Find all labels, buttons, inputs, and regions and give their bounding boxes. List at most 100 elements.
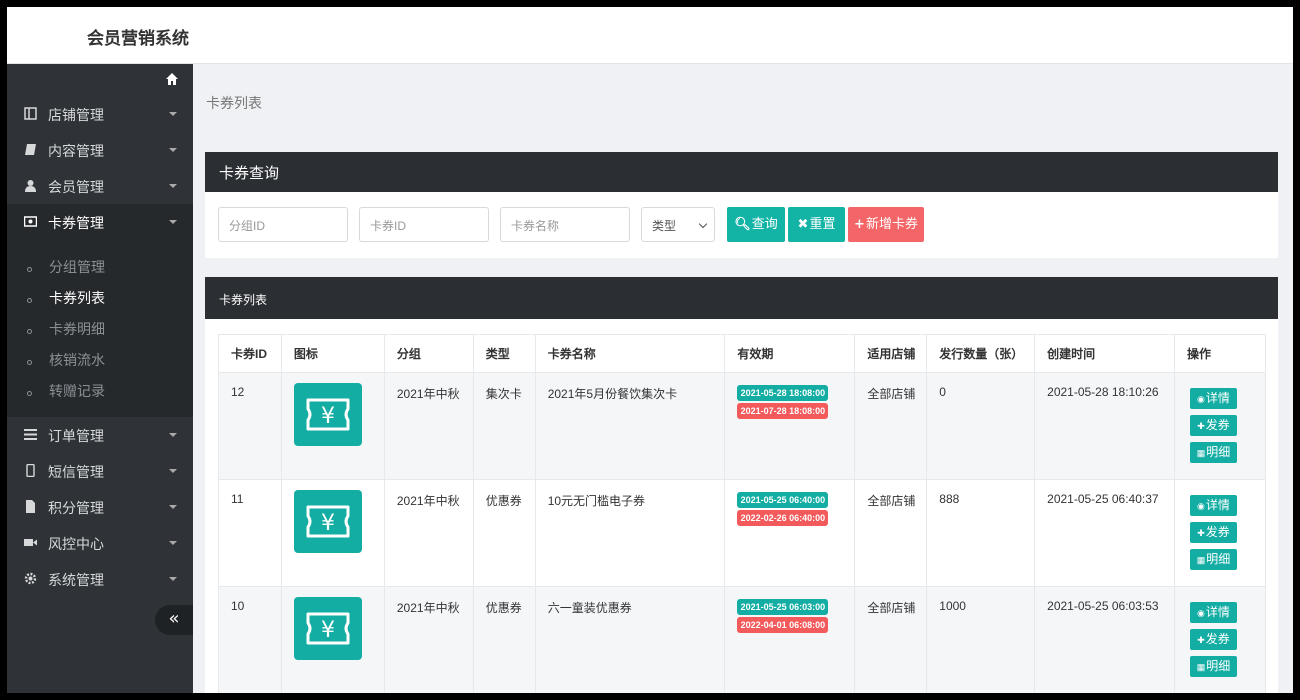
- add-card-button-label: 新增卡券: [865, 217, 918, 232]
- sidebar-collapse-button[interactable]: «: [155, 605, 193, 635]
- plus-icon: +: [854, 217, 865, 232]
- store-icon: [24, 107, 37, 120]
- issue-label: 发券: [1205, 525, 1230, 539]
- icon-cell: ¥: [280, 586, 385, 693]
- submenu-item-card-list[interactable]: 卡券列表: [7, 283, 193, 314]
- issue-label: 发券: [1205, 632, 1230, 646]
- bullet-icon: [27, 360, 32, 365]
- sidebar-item-label: 内容管理: [48, 144, 104, 160]
- sidebar: 店铺管理 内容管理 会员管理 卡券管理 分组管理 卡券列表 卡券明细 核销流水 …: [7, 64, 193, 693]
- end-date-badge: 2022-04-01 06:08:00: [737, 617, 829, 633]
- search-icon: 🔍︎: [734, 217, 751, 232]
- submenu-label: 核销流水: [49, 353, 105, 369]
- sidebar-item-label: 短信管理: [48, 465, 104, 481]
- group-id-input[interactable]: 分组ID: [218, 207, 348, 242]
- card-id-cell: 12: [218, 372, 282, 480]
- gear-icon: [24, 572, 37, 585]
- sidebar-item-cards[interactable]: 卡券管理: [7, 204, 193, 240]
- add-card-button[interactable]: +新增卡券: [848, 207, 924, 242]
- query-panel: 卡券查询 分组ID 卡券ID 卡券名称 类型 🔍︎查询 ✖重置 +新增卡券: [205, 152, 1278, 258]
- chevron-down-icon: [169, 577, 177, 581]
- sidebar-item-store[interactable]: 店铺管理: [7, 96, 193, 132]
- submenu-item-transfers[interactable]: 转赠记录: [7, 376, 193, 407]
- sidebar-item-risk[interactable]: 风控中心: [7, 525, 193, 561]
- store-cell: 全部店铺: [854, 372, 928, 480]
- detail-button[interactable]: ◉详情: [1189, 602, 1237, 623]
- issue-button[interactable]: ✚发券: [1189, 629, 1237, 650]
- sidebar-item-system[interactable]: 系统管理: [7, 561, 193, 597]
- chevron-down-icon: [169, 220, 177, 224]
- quantity-cell: 888: [926, 479, 1036, 587]
- submenu-item-groups[interactable]: 分组管理: [7, 252, 193, 283]
- sidebar-item-label: 积分管理: [48, 501, 104, 517]
- search-button[interactable]: 🔍︎查询: [727, 207, 785, 242]
- breakdown-button[interactable]: ▦明细: [1189, 656, 1237, 677]
- sidebar-item-label: 会员管理: [48, 180, 104, 196]
- breakdown-button[interactable]: ▦明细: [1189, 549, 1237, 570]
- submenu-label: 卡券明细: [49, 322, 105, 338]
- submenu-item-redemptions[interactable]: 核销流水: [7, 345, 193, 376]
- end-date-badge: 2021-07-28 18:08:00: [737, 403, 829, 419]
- type-select[interactable]: 类型: [641, 207, 715, 242]
- chevron-down-icon: [169, 469, 177, 473]
- detail-label: 详情: [1205, 605, 1230, 619]
- sidebar-item-points[interactable]: 积分管理: [7, 489, 193, 525]
- card-id-cell: 10: [218, 586, 282, 693]
- card-name-cell: 六一童装优惠券: [534, 586, 726, 693]
- table-icon: ▦: [1196, 662, 1206, 672]
- chevron-down-icon: [169, 112, 177, 116]
- card-id-input[interactable]: 卡券ID: [359, 207, 489, 242]
- submenu-label: 卡券列表: [49, 291, 105, 307]
- start-date-badge: 2021-05-28 18:08:00: [737, 385, 829, 401]
- actions-cell: ◉详情 ✚发券 ▦明细: [1173, 479, 1267, 587]
- card-name-input[interactable]: 卡券名称: [500, 207, 630, 242]
- file-icon: [26, 500, 35, 513]
- card-list-panel: 卡券列表 卡券ID 图标 分组 类型 卡券名称 有效期 适用店铺 发行数量（张）…: [205, 277, 1278, 693]
- eye-icon: ◉: [1197, 394, 1205, 404]
- issue-button[interactable]: ✚发券: [1189, 522, 1237, 543]
- submenu-item-card-detail[interactable]: 卡券明细: [7, 314, 193, 345]
- sidebar-item-label: 订单管理: [48, 429, 104, 445]
- issue-button[interactable]: ✚发券: [1189, 415, 1237, 436]
- table-row: 12 ¥ 2021年中秋 集次卡 2021年5月份餐饮集次卡 2021-05-2…: [218, 372, 1267, 480]
- plus-icon: ✚: [1197, 528, 1205, 538]
- home-icon[interactable]: [165, 72, 179, 86]
- plus-icon: ✚: [1197, 635, 1205, 645]
- column-header: 卡券ID: [218, 334, 282, 373]
- mobile-icon: [26, 464, 35, 477]
- coupon-icon: ¥: [293, 490, 362, 553]
- detail-button[interactable]: ◉详情: [1189, 495, 1237, 516]
- chevron-down-icon: [169, 184, 177, 188]
- column-header: 创建时间: [1034, 334, 1175, 373]
- submenu-label: 转赠记录: [49, 384, 105, 400]
- store-cell: 全部店铺: [854, 586, 928, 693]
- sidebar-item-label: 系统管理: [48, 573, 104, 589]
- chevron-down-icon: [169, 505, 177, 509]
- bullet-icon: [27, 267, 32, 272]
- type-cell: 优惠券: [472, 586, 536, 693]
- chevron-down-icon: [169, 148, 177, 152]
- breakdown-label: 明细: [1206, 445, 1231, 459]
- column-header: 类型: [472, 334, 536, 373]
- top-bar: 会员营销系统: [7, 7, 1293, 64]
- breakdown-button[interactable]: ▦明细: [1189, 442, 1237, 463]
- sidebar-item-content[interactable]: 内容管理: [7, 132, 193, 168]
- detail-button[interactable]: ◉详情: [1189, 388, 1237, 409]
- created-cell: 2021-05-25 06:03:53: [1034, 586, 1175, 693]
- cards-submenu: 分组管理 卡券列表 卡券明细 核销流水 转赠记录: [7, 240, 193, 417]
- video-icon: [24, 539, 37, 546]
- breadcrumb: 卡券列表: [206, 96, 262, 112]
- end-date-badge: 2022-02-26 06:40:00: [737, 510, 829, 526]
- table-row: 10 ¥ 2021年中秋 优惠券 六一童装优惠券 2021-05-25 06:0…: [218, 586, 1267, 693]
- validity-cell: 2021-05-25 06:40:00 2022-02-26 06:40:00: [724, 479, 856, 587]
- home-row: [7, 64, 193, 96]
- reset-button[interactable]: ✖重置: [788, 207, 845, 242]
- sidebar-item-sms[interactable]: 短信管理: [7, 453, 193, 489]
- sidebar-item-orders[interactable]: 订单管理: [7, 417, 193, 453]
- sidebar-item-members[interactable]: 会员管理: [7, 168, 193, 204]
- column-header: 分组: [383, 334, 474, 373]
- created-cell: 2021-05-25 06:40:37: [1034, 479, 1175, 587]
- chevron-down-icon: [169, 433, 177, 437]
- group-cell: 2021年中秋: [383, 586, 474, 693]
- type-cell: 集次卡: [472, 372, 536, 480]
